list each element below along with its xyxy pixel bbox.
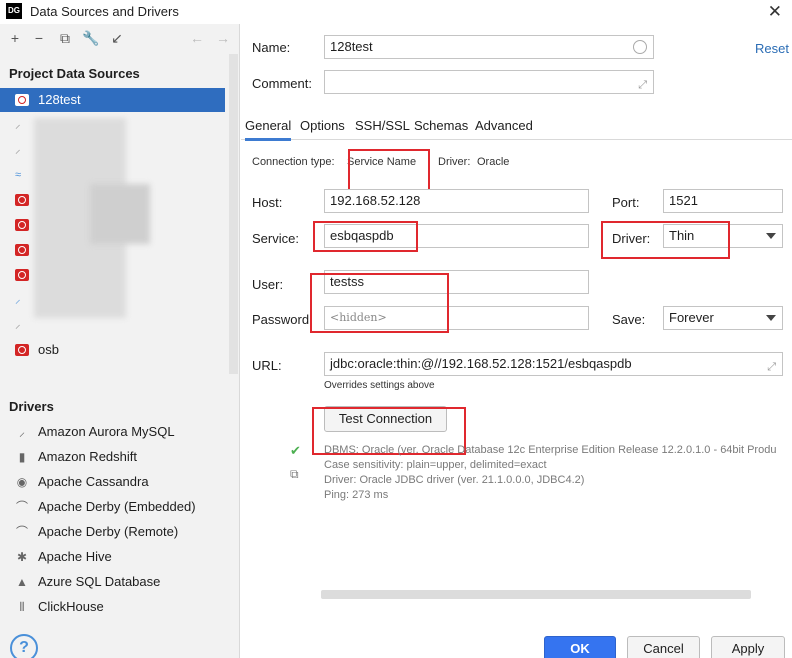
apply-button[interactable]: Apply xyxy=(711,636,785,658)
oracle-icon xyxy=(15,244,29,256)
duplicate-icon[interactable]: ⧉ xyxy=(56,28,74,48)
sidebar-scrollbar[interactable] xyxy=(229,54,238,374)
horizontal-scrollbar[interactable] xyxy=(321,590,751,599)
comment-input[interactable]: ⤢ xyxy=(324,70,654,94)
cassandra-icon: ◉ xyxy=(16,475,28,489)
service-label: Service: xyxy=(252,231,299,246)
sidebar-toolbar: + − ⧉ 🔧 ↙ ← → xyxy=(0,28,240,50)
url-input[interactable]: jdbc:oracle:thin:@//192.168.52.128:1521/… xyxy=(324,352,783,376)
name-label: Name: xyxy=(252,40,291,55)
driver-item[interactable]: ⸝ Amazon Aurora MySQL xyxy=(0,420,225,444)
port-input[interactable]: 1521 xyxy=(663,189,783,213)
import-icon[interactable]: ↙ xyxy=(108,28,126,48)
derby-icon: ⌒ xyxy=(15,525,28,539)
aurora-icon: ⸝ xyxy=(18,425,25,439)
close-icon[interactable]: ✕ xyxy=(768,2,782,22)
datasource-item-128test[interactable]: 128test xyxy=(0,88,225,112)
tab-general[interactable]: General xyxy=(245,118,292,141)
result-dbms: DBMS: Oracle (ver. Oracle Database 12c E… xyxy=(324,444,777,456)
annotation-box xyxy=(348,149,430,191)
result-ping: Ping: 273 ms xyxy=(324,489,389,501)
add-icon[interactable]: + xyxy=(6,28,24,48)
comment-label: Comment: xyxy=(252,76,312,91)
tab-options[interactable]: Options xyxy=(300,118,345,133)
oracle-icon xyxy=(15,194,29,206)
annotation-box xyxy=(601,221,730,259)
forward-arrow-icon[interactable]: → xyxy=(214,28,232,48)
azure-icon: ▲ xyxy=(16,575,28,589)
annotation-box xyxy=(313,221,418,252)
tab-schemas[interactable]: Schemas xyxy=(414,118,468,133)
cancel-button[interactable]: Cancel xyxy=(627,636,700,658)
host-input[interactable]: 192.168.52.128 xyxy=(324,189,589,213)
redacted-area xyxy=(90,184,150,244)
remove-icon[interactable]: − xyxy=(30,28,48,48)
chevron-down-icon xyxy=(766,233,776,239)
save-label: Save: xyxy=(612,312,646,327)
oracle-icon xyxy=(15,219,29,231)
port-label: Port: xyxy=(612,195,640,210)
title-bar: DG Data Sources and Drivers ✕ xyxy=(0,0,792,24)
reset-link[interactable]: Reset xyxy=(755,41,789,56)
result-driver: Driver: Oracle JDBC driver (ver. 21.1.0.… xyxy=(324,474,585,486)
expand-icon[interactable]: ⤢ xyxy=(767,356,776,375)
connection-type-label: Connection type: xyxy=(252,156,335,168)
wrench-icon[interactable]: 🔧 xyxy=(82,28,100,48)
copy-icon[interactable]: ⧉ xyxy=(290,467,299,482)
color-circle-icon[interactable] xyxy=(633,40,647,54)
derby-icon: ⌒ xyxy=(15,500,28,514)
driver-item[interactable]: ▲ Azure SQL Database xyxy=(0,570,225,594)
clickhouse-icon: ⦀ xyxy=(19,600,25,614)
datagrip-logo-icon: DG xyxy=(6,3,22,19)
password-label: Password: xyxy=(252,312,313,327)
sidebar: + − ⧉ 🔧 ↙ ← → Project Data Sources 128te… xyxy=(0,24,240,658)
driver-item[interactable]: ⌒ Apache Derby (Remote) xyxy=(0,520,225,544)
tab-ssh-ssl[interactable]: SSH/SSL xyxy=(355,118,410,133)
feather-icon: ⸝ xyxy=(15,294,21,306)
feather-icon: ⸝ xyxy=(15,119,21,131)
oracle-icon xyxy=(15,94,29,106)
project-data-sources-title: Project Data Sources xyxy=(9,66,140,81)
name-input[interactable]: 128test xyxy=(324,35,654,59)
mysql-icon: ≈ xyxy=(15,169,22,181)
overrides-note: Overrides settings above xyxy=(324,380,435,391)
tab-advanced[interactable]: Advanced xyxy=(475,118,533,133)
settings-tabs: General Options SSH/SSL Schemas Advanced xyxy=(241,114,792,141)
annotation-box xyxy=(310,273,449,333)
driver-item[interactable]: ✱ Apache Hive xyxy=(0,545,225,569)
drivers-title: Drivers xyxy=(9,399,54,414)
driver-item[interactable]: ▮ Amazon Redshift xyxy=(0,445,225,469)
connection-settings-panel: Name: 128test Reset Comment: ⤢ General O… xyxy=(241,24,792,658)
back-arrow-icon[interactable]: ← xyxy=(188,28,206,48)
datasource-item-osb[interactable]: osb xyxy=(0,338,225,362)
driver-item[interactable]: ⌒ Apache Derby (Embedded) xyxy=(0,495,225,519)
help-button[interactable]: ? xyxy=(10,634,38,658)
redshift-icon: ▮ xyxy=(18,450,26,464)
driver-link-label: Driver: xyxy=(438,156,471,168)
window-title: Data Sources and Drivers xyxy=(30,4,179,19)
datasource-label: osb xyxy=(38,342,59,357)
result-case-sensitivity: Case sensitivity: plain=upper, delimited… xyxy=(324,459,547,471)
expand-icon[interactable]: ⤢ xyxy=(638,74,647,93)
oracle-icon xyxy=(15,269,29,281)
host-label: Host: xyxy=(252,195,283,210)
driver-item[interactable]: ◉ Apache Cassandra xyxy=(0,470,225,494)
hive-icon: ✱ xyxy=(16,550,28,564)
driver-link[interactable]: Oracle xyxy=(477,156,509,168)
feather-icon: ⸝ xyxy=(15,319,21,331)
datasource-label: 128test xyxy=(38,92,81,107)
url-label: URL: xyxy=(252,358,282,373)
checkmark-icon: ✔ xyxy=(290,443,301,458)
ok-button[interactable]: OK xyxy=(544,636,616,658)
save-select[interactable]: Forever xyxy=(663,306,783,330)
feather-icon: ⸝ xyxy=(15,144,21,156)
driver-item[interactable]: ⦀ ClickHouse xyxy=(0,595,225,619)
oracle-icon xyxy=(15,344,29,356)
user-label: User: xyxy=(252,277,284,292)
chevron-down-icon xyxy=(766,315,776,321)
